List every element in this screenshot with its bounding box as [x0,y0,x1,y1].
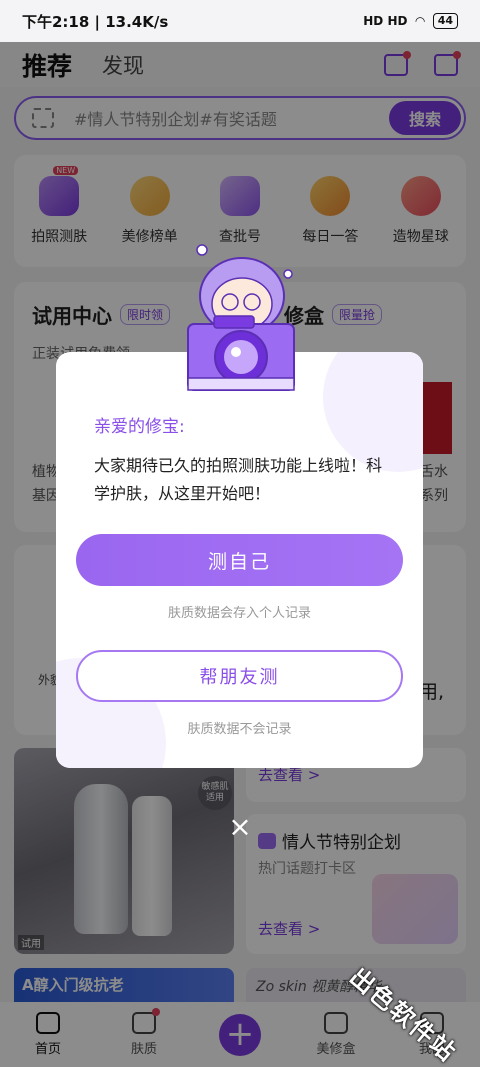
feature-announcement-dialog: 亲爱的修宝: 大家期待已久的拍照测肤功能上线啦！科学护肤，从这里开始吧！ 测自己… [56,352,423,768]
test-myself-button[interactable]: 测自己 [76,534,403,586]
dialog-greeting: 亲爱的修宝: [94,417,185,437]
status-time: 下午2:18 | 13.4K/s [22,12,169,31]
dialog-message: 大家期待已久的拍照测肤功能上线啦！科学护肤，从这里开始吧！ [94,456,383,503]
test-for-friend-button[interactable]: 帮朋友测 [76,650,403,702]
status-icons: HD HD ◠ 44 [363,13,458,29]
test-myself-hint: 肤质数据会存入个人记录 [167,606,311,621]
status-bar: 下午2:18 | 13.4K/s HD HD ◠ 44 [0,0,480,42]
close-icon[interactable]: × [226,813,254,842]
mascot-camera-illustration [187,244,295,391]
network-icons: HD HD [363,14,408,28]
battery-icon: 44 [432,13,458,29]
wifi-icon: ◠ [415,14,425,28]
test-for-friend-hint: 肤质数据不会记录 [187,722,292,737]
